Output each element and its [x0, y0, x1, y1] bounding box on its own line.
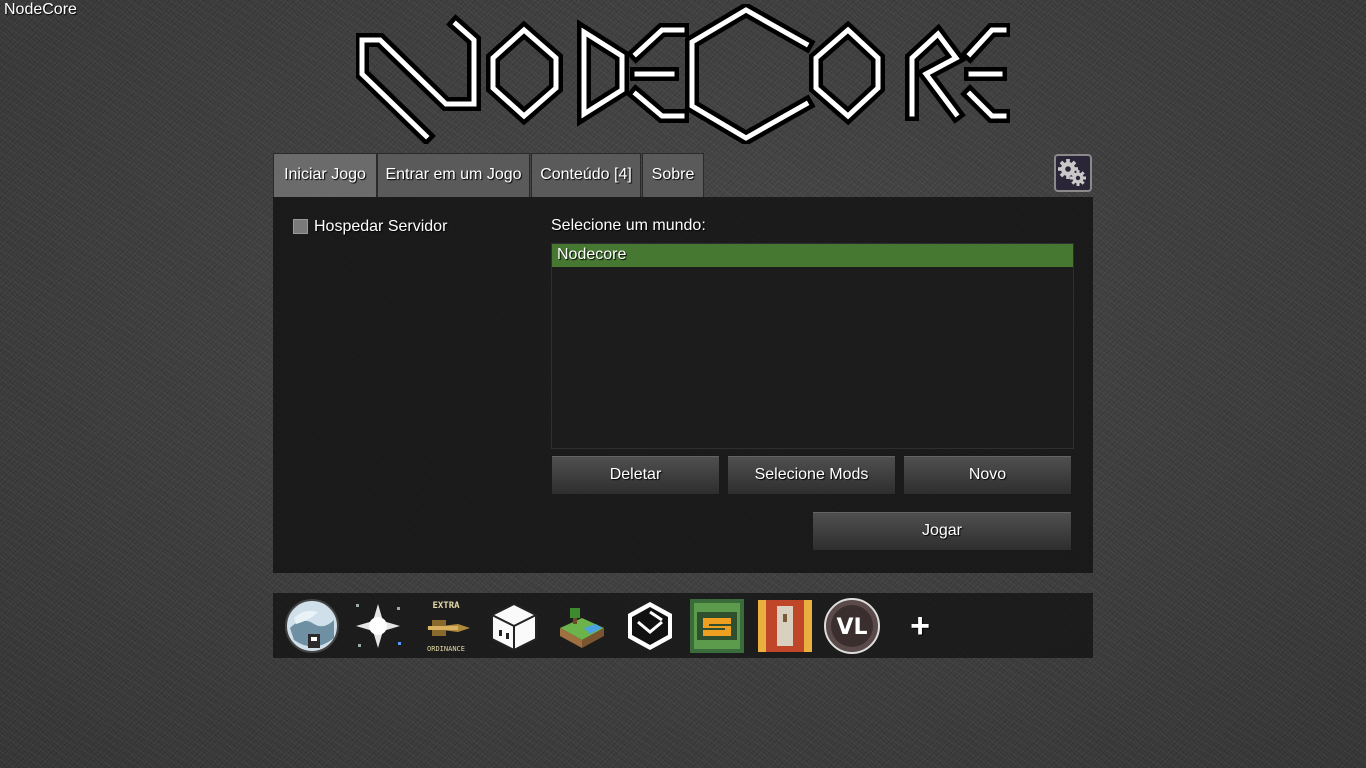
vl-text: VL — [836, 615, 867, 640]
game-icon-book[interactable] — [757, 598, 813, 654]
cube-face-game-icon — [491, 602, 537, 652]
game-icon-sparkle[interactable] — [350, 598, 406, 654]
extra-ordinance-game-icon: EXTRA ORDINANCE — [426, 601, 470, 653]
tab-label: Conteúdo [4] — [540, 166, 632, 183]
world-list[interactable]: Nodecore — [551, 243, 1074, 449]
game-icon-cube-face[interactable] — [486, 598, 542, 654]
select-mods-button[interactable]: Selecione Mods — [727, 455, 896, 495]
game-icon-vl-badge[interactable]: VL — [824, 598, 880, 654]
host-server-checkbox[interactable] — [293, 219, 308, 234]
world-item-nodecore[interactable]: Nodecore — [552, 244, 1073, 267]
delete-button[interactable]: Deletar — [551, 455, 720, 495]
nodecore-logo — [356, 4, 1010, 144]
book-game-icon — [758, 600, 812, 652]
tab-conteudo[interactable]: Conteúdo [4] — [531, 153, 641, 197]
gears-icon — [1058, 159, 1086, 186]
tab-label: Entrar em um Jogo — [385, 166, 522, 183]
window-title: NodeCore — [4, 1, 77, 18]
game-icon-globe[interactable] — [284, 598, 340, 654]
tab-sobre[interactable]: Sobre — [642, 153, 704, 197]
extra-text: EXTRA — [432, 601, 460, 611]
grass-island-game-icon — [560, 608, 604, 648]
tab-iniciar-jogo[interactable]: Iniciar Jogo — [273, 153, 377, 197]
sparkle-game-icon — [356, 604, 401, 648]
game-icon-grass-island[interactable] — [554, 598, 610, 654]
tab-label: Sobre — [651, 166, 695, 183]
game-icon-extra-ordinance[interactable]: EXTRA ORDINANCE — [418, 598, 474, 654]
play-button[interactable]: Jogar — [812, 511, 1072, 551]
s-block-game-icon — [690, 599, 744, 653]
tab-entrar-em-um-jogo[interactable]: Entrar em um Jogo — [377, 153, 530, 197]
new-world-button[interactable]: Novo — [903, 455, 1072, 495]
nodecore-hexagon-game-icon — [628, 602, 672, 650]
vl-badge-game-icon: VL — [824, 598, 880, 654]
add-content-button[interactable]: + — [898, 600, 942, 652]
host-server-label: Hospedar Servidor — [314, 218, 448, 235]
game-icon-s-block[interactable] — [689, 598, 745, 654]
globe-game-icon — [285, 599, 339, 653]
game-icon-nodecore-hexagon[interactable] — [622, 598, 678, 654]
world-select-label: Selecione um mundo: — [551, 217, 706, 234]
settings-button[interactable] — [1054, 154, 1092, 192]
ordinance-text: ORDINANCE — [427, 645, 465, 653]
tab-label: Iniciar Jogo — [284, 166, 366, 183]
